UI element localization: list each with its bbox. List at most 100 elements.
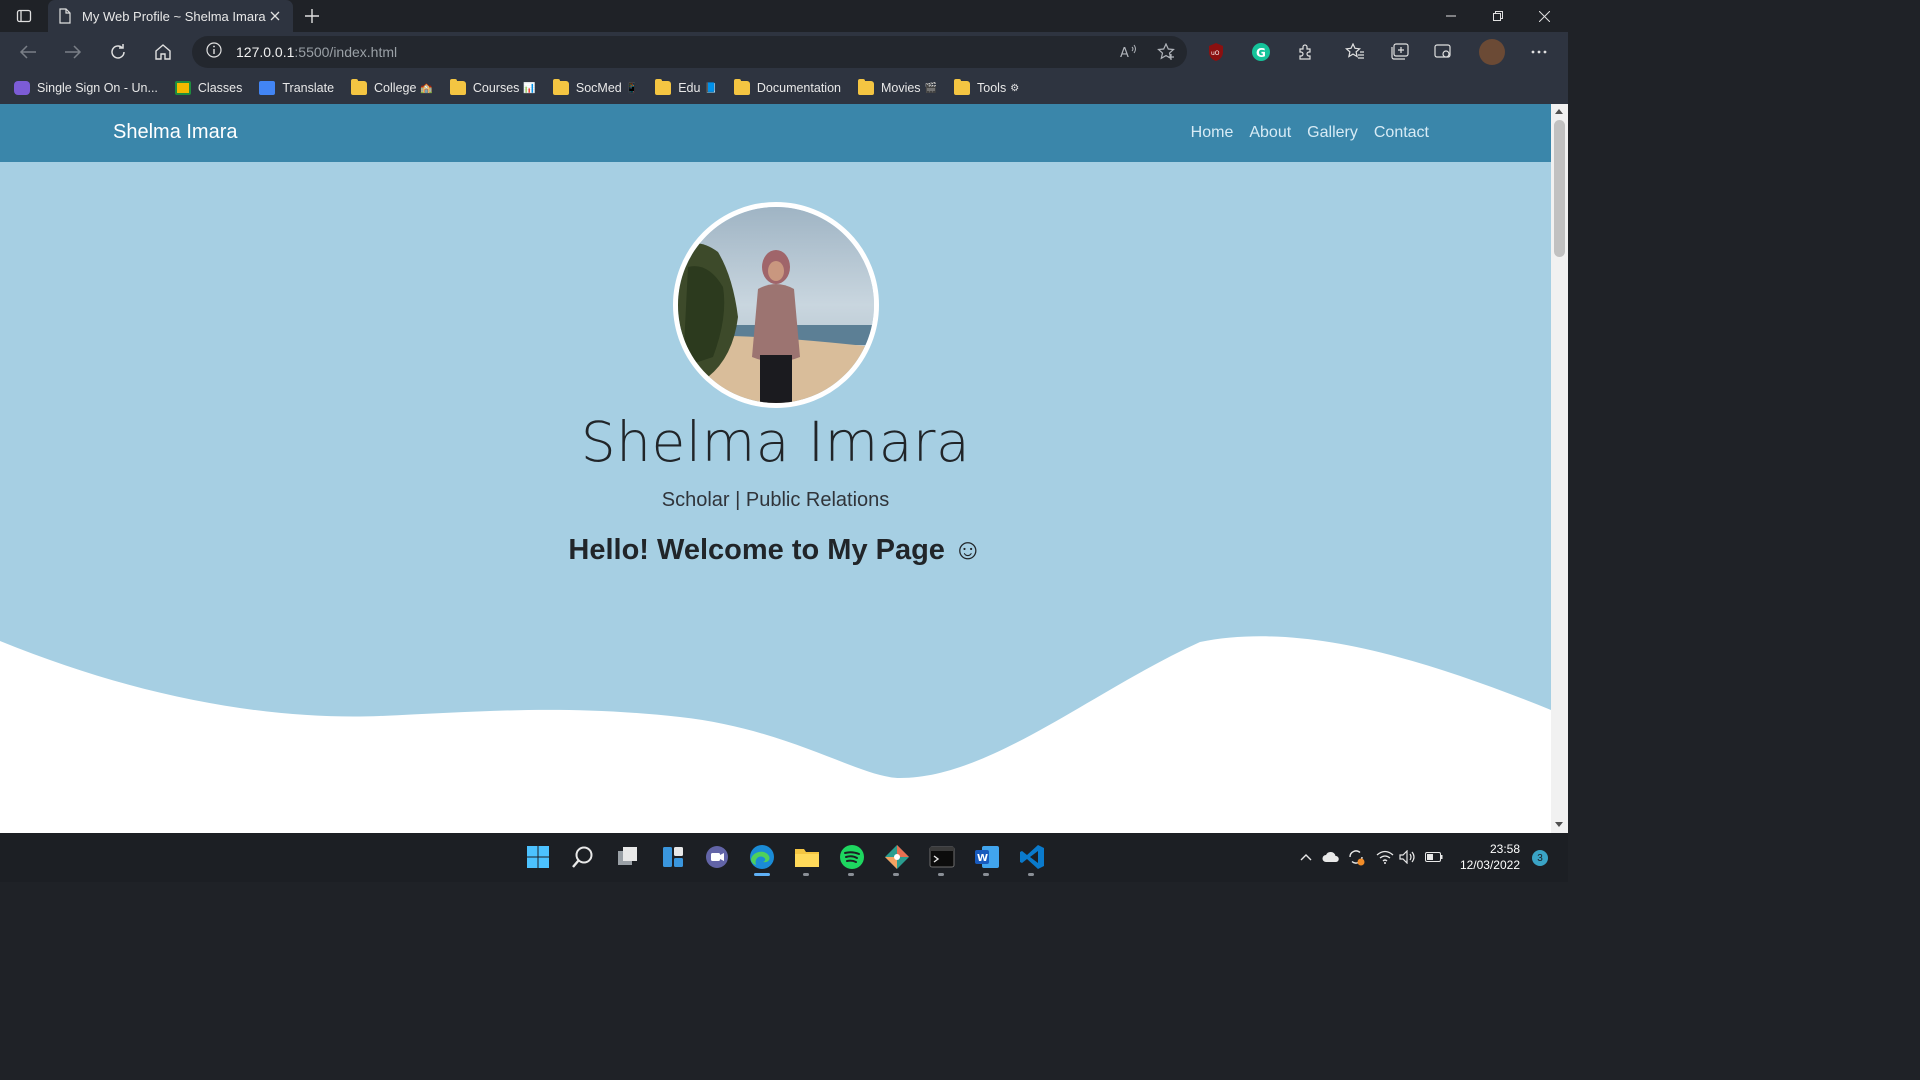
running-app-indicator [1028,873,1034,876]
favorites-icon[interactable] [1343,40,1367,64]
search-icon[interactable] [567,841,599,873]
refresh-icon[interactable] [104,38,132,66]
tab-actions-icon[interactable] [8,5,40,27]
task-view-icon[interactable] [612,841,644,873]
bookmark-label: College [374,81,417,95]
bookmark-socmed[interactable]: SocMed 📱 [552,79,639,95]
word-icon[interactable]: W [971,841,1003,876]
new-tab-button[interactable] [300,4,324,28]
page-icon [58,8,72,24]
nav-gallery-link[interactable]: Gallery [1307,124,1358,142]
wifi-icon[interactable] [1375,847,1395,867]
back-icon[interactable] [14,38,42,66]
terminal-icon[interactable] [926,841,958,876]
active-app-indicator [754,873,770,876]
folder-icon [954,79,971,95]
folder-icon [857,79,874,95]
close-window-icon[interactable] [1521,0,1568,32]
url-host: 127.0.0.1 [236,44,295,60]
close-tab-icon[interactable] [267,11,283,21]
grammarly-icon[interactable]: G [1249,40,1273,64]
system-clock[interactable]: 23:58 12/03/2022 [1460,841,1520,873]
browser-tab-active[interactable]: My Web Profile ~ Shelma Imara [48,0,293,32]
site-brand[interactable]: Shelma Imara [113,121,238,144]
bookmark-sso[interactable]: Single Sign On - Un... [14,81,158,95]
scroll-down-icon[interactable] [1555,822,1563,827]
bookmark-emoji: 📘 [704,82,717,94]
profile-avatar[interactable] [1479,39,1505,65]
collections-icon[interactable] [1388,40,1412,64]
bookmark-label: Courses [472,81,520,95]
bookmark-edu[interactable]: Edu 📘 [655,79,717,95]
hero-subtitle: Scholar | Public Relations [661,489,890,511]
home-icon[interactable] [149,38,177,66]
bookmark-classes[interactable]: Classes [174,81,242,95]
tray-overflow-icon[interactable] [1298,847,1314,867]
page-viewport: Shelma Imara Home About Gallery Contact [0,104,1551,833]
bookmark-emoji: 🎬 [924,82,938,94]
sso-icon [14,81,30,95]
windows-taskbar: W 23:58 12/03/2022 3 [0,833,1568,882]
svg-text:uO: uO [1211,50,1220,57]
git-kraken-icon[interactable] [881,841,913,876]
site-navbar: Shelma Imara Home About Gallery Contact [0,104,1551,162]
nav-contact-link[interactable]: Contact [1374,124,1429,142]
vscode-icon[interactable] [1016,841,1048,876]
forward-icon[interactable] [59,38,87,66]
minimize-icon[interactable] [1427,0,1474,32]
bookmark-label: Tools [977,81,1007,95]
svg-text:A: A [1120,46,1129,60]
bookmark-emoji: 📊 [523,82,536,94]
more-options-icon[interactable] [1527,40,1551,64]
svg-text:G: G [1256,46,1266,60]
scroll-up-icon[interactable] [1555,109,1563,114]
clock-date: 12/03/2022 [1459,858,1520,872]
bookmark-documentation[interactable]: Documentation [733,79,841,95]
hero-wave-divider [0,636,1551,833]
window-controls [1427,0,1568,32]
add-favorite-icon[interactable] [1156,42,1176,62]
running-app-indicator [893,873,899,876]
bookmark-emoji: 🏫 [420,82,433,94]
restore-icon[interactable] [1474,0,1521,32]
extensions-icon[interactable] [1294,40,1318,64]
classroom-icon [174,81,191,95]
folder-icon [733,79,750,95]
widgets-icon[interactable] [657,841,689,873]
site-nav-links: Home About Gallery Contact [1175,124,1429,142]
bookmark-translate[interactable]: Translate [259,81,334,95]
battery-icon[interactable] [1424,847,1444,867]
file-explorer-icon[interactable] [791,841,823,876]
site-info-icon[interactable] [206,41,222,63]
svg-text:W: W [977,853,988,864]
sidebar-apps-icon[interactable] [1432,40,1456,64]
bookmark-emoji: 📱 [625,82,639,94]
translate-icon [259,81,276,95]
address-bar[interactable]: 127.0.0.1:5500/index.html A [192,36,1187,68]
start-menu-icon[interactable] [522,841,554,873]
profile-photo [673,202,879,408]
bookmark-label: Edu [678,81,701,95]
page-scrollbar[interactable] [1551,104,1568,833]
tab-title: My Web Profile ~ Shelma Imara [82,8,266,24]
bookmark-label: Single Sign On - Un... [37,81,158,95]
teams-chat-icon[interactable] [701,841,733,873]
bookmark-movies[interactable]: Movies 🎬 [857,79,938,95]
read-aloud-icon[interactable]: A [1119,42,1139,62]
volume-icon[interactable] [1398,847,1418,867]
nav-home-link[interactable]: Home [1191,124,1234,142]
bookmark-college[interactable]: College 🏫 [351,79,433,95]
edge-browser-icon[interactable] [746,841,778,876]
browser-toolbar: 127.0.0.1:5500/index.html A uO G [0,32,1568,72]
spotify-icon[interactable] [836,841,868,876]
bookmarks-bar: Single Sign On - Un... Classes Translate… [0,72,1568,104]
nav-about-link[interactable]: About [1249,124,1291,142]
sync-icon[interactable] [1346,847,1366,867]
bookmark-courses[interactable]: Courses 📊 [449,79,536,95]
bookmark-label: Documentation [756,81,841,95]
ublock-icon[interactable]: uO [1204,40,1228,64]
notification-badge[interactable]: 3 [1532,850,1548,866]
scrollbar-thumb[interactable] [1554,120,1565,257]
onedrive-icon[interactable] [1321,847,1341,867]
bookmark-tools[interactable]: Tools ⚙ [954,79,1019,95]
